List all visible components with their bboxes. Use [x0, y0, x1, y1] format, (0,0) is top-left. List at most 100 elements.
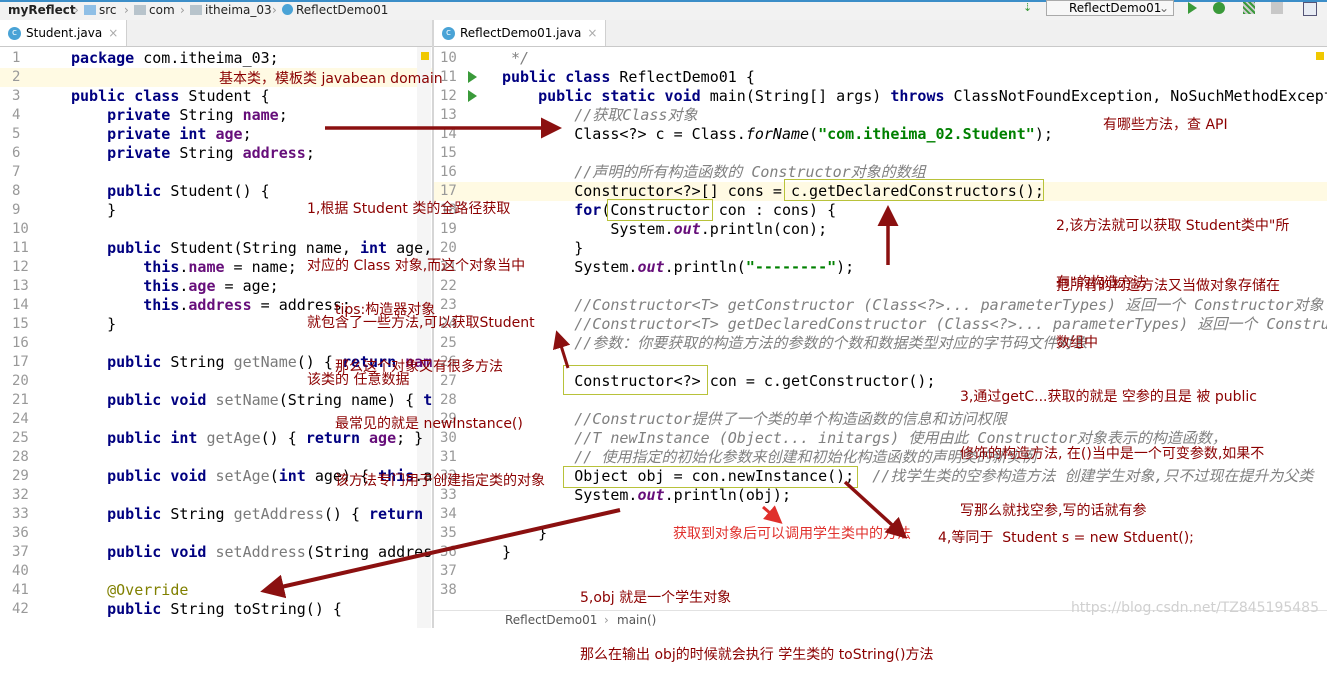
- annotation-api: 有哪些方法，查 API: [1103, 117, 1228, 133]
- line-number: 28: [12, 449, 29, 465]
- code-token: ClassNotFoundException, NoSuchMethodExce…: [944, 87, 1327, 105]
- debug-icon[interactable]: [1213, 2, 1225, 14]
- tab-label: ReflectDemo01.java: [460, 26, 582, 40]
- annotation-line: 修饰的构造方法, 在()当中是一个可变参数,如果不: [960, 446, 1265, 462]
- code-line: System.out.println("--------");: [502, 258, 854, 277]
- code-token: .println(obj);: [664, 486, 791, 504]
- code-token: address: [242, 144, 306, 162]
- tab-reflectdemo01-java[interactable]: c ReflectDemo01.java ×: [434, 20, 607, 46]
- code-line: public Student() {: [71, 182, 270, 201]
- line-number: 15: [12, 316, 29, 332]
- run-icon[interactable]: [1188, 2, 1197, 14]
- line-number: 29: [12, 468, 29, 484]
- run-main-icon[interactable]: [468, 90, 477, 102]
- highlight-box-constructor-generic: [563, 365, 708, 395]
- project-structure-icon[interactable]: [1303, 2, 1317, 16]
- package-icon: [134, 5, 146, 15]
- run-config-label: ReflectDemo01: [1069, 1, 1162, 15]
- code-token: = age;: [215, 277, 279, 295]
- breadcrumb-package[interactable]: itheima_03: [190, 2, 272, 18]
- stop-icon[interactable]: [1271, 2, 1283, 14]
- line-number: 4: [12, 107, 21, 123]
- tab-student-java[interactable]: c Student.java ×: [0, 20, 128, 46]
- watermark: https://blog.csdn.net/TZ845195485: [1070, 600, 1319, 616]
- line-number: 12: [440, 88, 457, 104]
- code-token: Class<?> c = Class.: [502, 125, 746, 143]
- line-number: 38: [440, 582, 457, 598]
- code-token: public void: [107, 467, 207, 485]
- line-number: 32: [12, 487, 29, 503]
- code-token: String: [161, 353, 234, 371]
- code-token: () {: [260, 429, 306, 447]
- warning-marker[interactable]: [421, 52, 429, 60]
- line-number: 2: [12, 69, 21, 85]
- code-token: this: [143, 258, 180, 276]
- code-line: }: [71, 201, 116, 220]
- code-token: getAddress: [233, 505, 324, 523]
- code-line: }: [502, 543, 511, 562]
- breadcrumb-src[interactable]: src: [84, 2, 117, 18]
- annotation-line: 把所有的构造方法又当做对象存储在: [1056, 278, 1280, 294]
- code-token: ;: [242, 125, 252, 143]
- code-token: com.itheima_03;: [134, 49, 279, 67]
- code-token: (: [809, 125, 819, 143]
- tab-label: Student.java: [26, 26, 103, 40]
- class-run-icon: c: [442, 27, 455, 40]
- code-token: .println(con);: [700, 220, 828, 238]
- code-token: String: [170, 144, 243, 162]
- status-crumb-method[interactable]: main(): [617, 613, 656, 627]
- breadcrumb-com[interactable]: com: [134, 2, 175, 18]
- code-token: name: [242, 106, 279, 124]
- build-icon[interactable]: ⇣: [1023, 1, 1032, 14]
- code-token: );: [1034, 125, 1053, 143]
- code-token: getAge: [206, 429, 261, 447]
- code-token: */: [502, 49, 530, 67]
- line-number: 7: [12, 164, 21, 180]
- close-icon[interactable]: ×: [587, 26, 597, 40]
- code-token: public: [107, 353, 162, 371]
- code-token: age: [215, 125, 243, 143]
- breadcrumb-class[interactable]: ReflectDemo01: [282, 2, 388, 18]
- run-class-icon[interactable]: [468, 71, 477, 83]
- line-number: 37: [12, 544, 29, 560]
- code-token: //获取Class对象: [574, 106, 698, 124]
- code-line: //获取Class对象: [502, 106, 697, 125]
- highlight-box-constructor: [607, 199, 713, 221]
- code-line: System.out.println(con);: [502, 220, 827, 239]
- line-number: 5: [12, 126, 21, 142]
- line-number: 10: [12, 221, 29, 237]
- run-config-dropdown[interactable]: ReflectDemo01 ⌄: [1046, 0, 1174, 16]
- status-crumb-class[interactable]: ReflectDemo01: [505, 613, 597, 627]
- code-line: }: [71, 315, 116, 334]
- code-line: */: [502, 49, 529, 68]
- line-number: 3: [12, 88, 21, 104]
- code-token: name: [188, 258, 225, 276]
- code-token: private int: [107, 125, 207, 143]
- code-token: private: [107, 106, 171, 124]
- code-token: out: [673, 220, 701, 238]
- annotation-line: 5,obj 就是一个学生对象: [580, 590, 732, 606]
- code-token: this: [143, 296, 180, 314]
- code-token: setAge: [215, 467, 270, 485]
- code-token: "com.itheima_02.Student": [818, 125, 1035, 143]
- close-icon[interactable]: ×: [108, 26, 118, 40]
- code-token: this: [143, 277, 180, 295]
- code-token: public: [107, 182, 162, 200]
- code-token: String: [170, 106, 243, 124]
- breadcrumb-project[interactable]: myReflect: [8, 2, 76, 18]
- annotation-line: 那么这个对象又有很多方法: [335, 359, 503, 375]
- annotation-step3: 3,通过getC...获取的就是 空参的且是 被 public 修饰的构造方法,…: [960, 350, 1264, 540]
- code-line: public class ReflectDemo01 {: [502, 68, 755, 87]
- coverage-icon[interactable]: [1243, 2, 1255, 14]
- code-token: Student() {: [161, 182, 270, 200]
- warning-marker[interactable]: [1316, 52, 1324, 60]
- line-number: 25: [12, 430, 29, 446]
